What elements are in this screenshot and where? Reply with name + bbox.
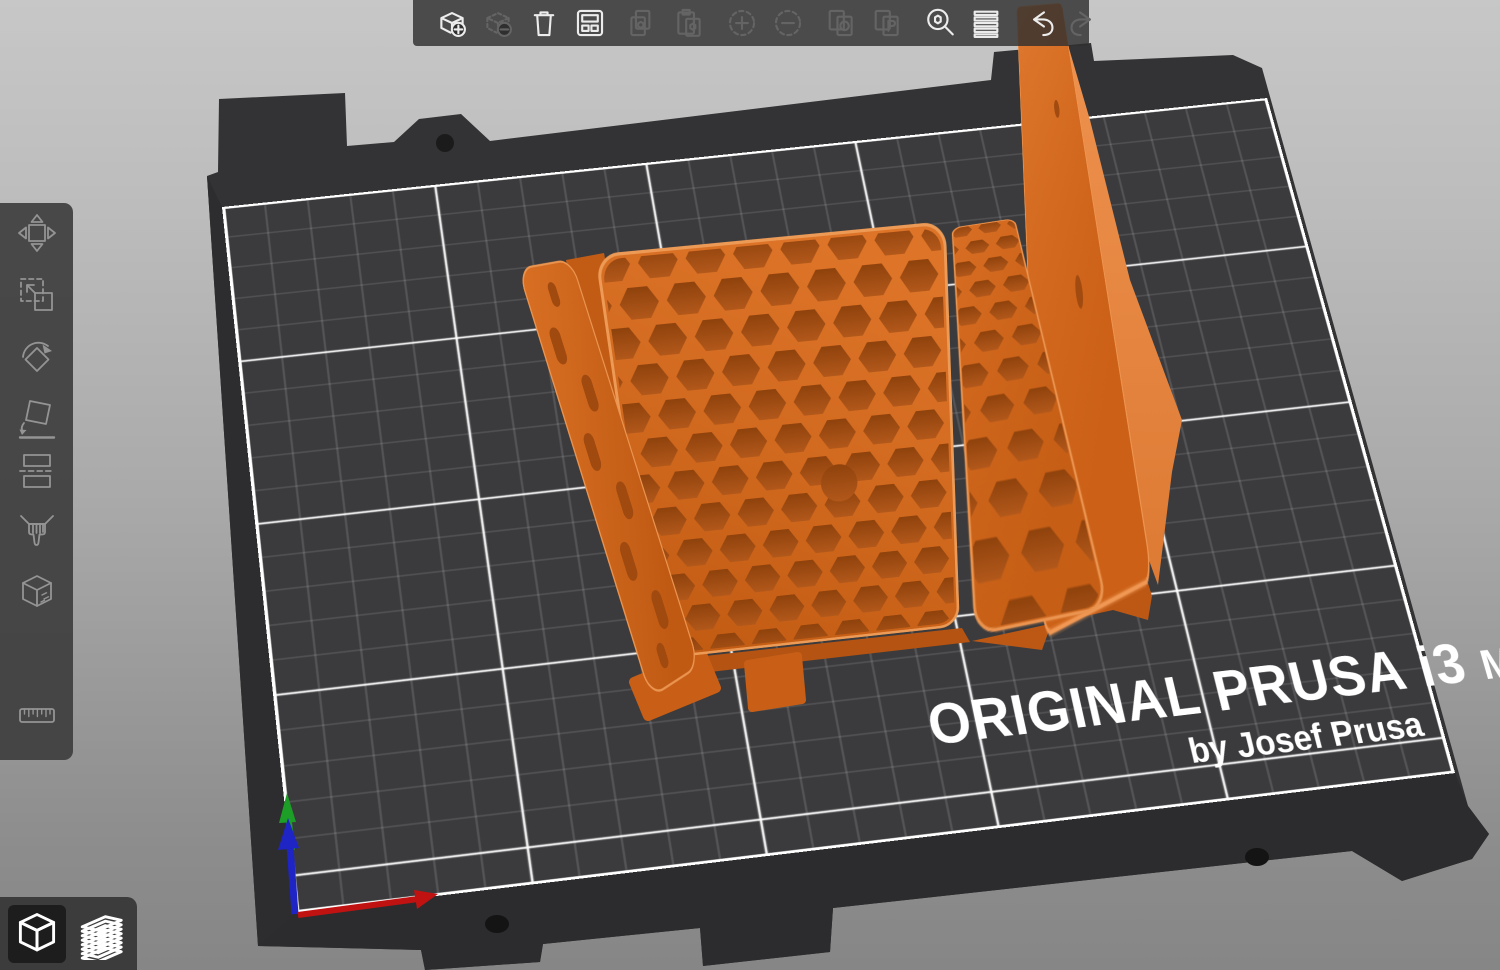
paint-on-supports-tool-button[interactable] — [14, 507, 60, 553]
copy-button[interactable] — [626, 6, 660, 40]
split-to-objects-button[interactable] — [824, 6, 858, 40]
split-to-parts-button[interactable] — [870, 6, 904, 40]
redo-button[interactable] — [1068, 6, 1102, 40]
remove-instance-button[interactable] — [771, 6, 805, 40]
delete-button[interactable] — [481, 6, 515, 40]
slicer-3d-viewport: ORIGINAL PRUSA i3 MK3 by Josef Prusa — [0, 0, 1500, 970]
add-instance-button[interactable] — [725, 6, 759, 40]
move-tool-button[interactable] — [14, 210, 60, 256]
measure-tool-button[interactable] — [14, 692, 60, 738]
seam-painting-tool-button[interactable] — [14, 570, 60, 616]
x-axis-arrow — [298, 890, 438, 915]
search-button[interactable] — [923, 6, 957, 40]
rotate-tool-button[interactable] — [14, 333, 60, 379]
place-on-face-tool-button[interactable] — [14, 394, 60, 440]
origin-axes — [0, 0, 1500, 970]
scale-tool-button[interactable] — [14, 272, 60, 318]
variable-layer-height-button[interactable] — [969, 6, 1003, 40]
undo-button[interactable] — [1022, 6, 1056, 40]
arrange-button[interactable] — [573, 6, 607, 40]
preview-view-button[interactable] — [72, 905, 130, 963]
add-button[interactable] — [435, 6, 469, 40]
paste-button[interactable] — [672, 6, 706, 40]
left-toolbar — [0, 203, 73, 760]
3d-editor-view-button[interactable] — [8, 905, 66, 963]
z-axis-arrow — [278, 818, 299, 914]
cut-tool-button[interactable] — [14, 448, 60, 494]
delete-all-button[interactable] — [527, 6, 561, 40]
view-mode-toolbar — [0, 897, 137, 970]
top-toolbar — [413, 0, 1089, 46]
